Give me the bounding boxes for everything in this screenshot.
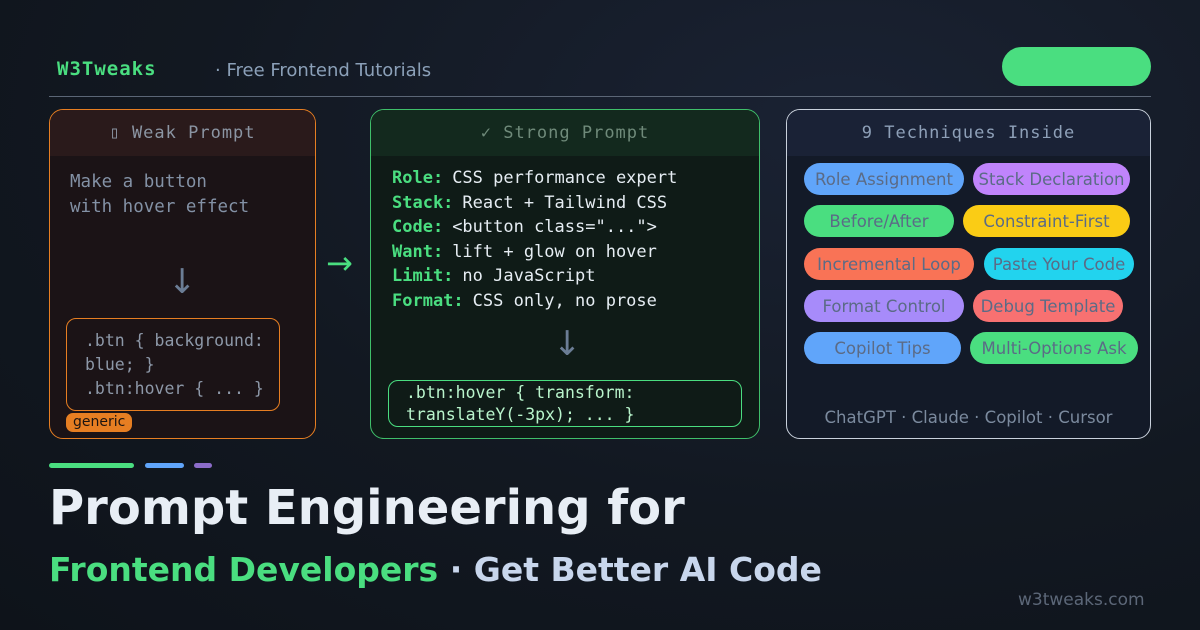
- weak-prompt-text: Make a button with hover effect: [70, 172, 250, 217]
- prompt-field-format: Format: CSS only, no prose: [392, 289, 677, 314]
- header-divider: [49, 96, 1151, 97]
- field-value: <button class="...">: [452, 217, 657, 238]
- prompt-field-code: Code: <button class="...">: [392, 215, 677, 240]
- prompt-field-limit: Limit: no JavaScript: [392, 264, 677, 289]
- technique-tag[interactable]: Debug Template: [973, 290, 1123, 322]
- field-key: Code:: [392, 217, 444, 238]
- prompt-field-stack: Stack: React + Tailwind CSS: [392, 191, 677, 216]
- field-value: no JavaScript: [462, 266, 596, 287]
- subtitle-highlight: Frontend Developers: [49, 550, 439, 589]
- weak-prompt-title: ▯ Weak Prompt: [50, 110, 315, 156]
- technique-tag[interactable]: Paste Your Code: [984, 248, 1134, 280]
- site-domain-link[interactable]: w3tweaks.com: [1018, 590, 1145, 610]
- field-key: Want:: [392, 241, 444, 262]
- field-key: Stack:: [392, 192, 454, 213]
- prompt-field-role: Role: CSS performance expert: [392, 166, 677, 191]
- accent-bar-purple: [194, 463, 212, 468]
- strong-code-output: .btn:hover { transform: translateY(-3px)…: [388, 380, 742, 427]
- arrow-down-icon: ↓: [553, 324, 582, 364]
- strong-prompt-fields: Role: CSS performance expert Stack: React …: [392, 166, 677, 314]
- field-value: lift + glow on hover: [452, 241, 657, 262]
- page-subtitle: Frontend Developers · Get Better AI Code: [49, 550, 822, 589]
- arrow-right-icon: →: [326, 244, 353, 282]
- technique-tag[interactable]: Role Assignment: [804, 163, 964, 195]
- technique-tag[interactable]: Before/After: [804, 205, 954, 237]
- brand-logo[interactable]: W3Tweaks: [57, 58, 157, 80]
- strong-prompt-title: ✓ Strong Prompt: [371, 110, 759, 156]
- accent-bar-green: [49, 463, 134, 468]
- technique-tag[interactable]: Constraint-First: [963, 205, 1130, 237]
- site-tagline: · Free Frontend Tutorials: [215, 60, 432, 81]
- accent-bar-blue: [145, 463, 184, 468]
- technique-tag[interactable]: Format Control: [804, 290, 964, 322]
- technique-tag[interactable]: Multi-Options Ask: [970, 332, 1138, 364]
- header-pill-button[interactable]: [1002, 47, 1151, 86]
- field-value: CSS only, no prose: [472, 290, 657, 311]
- technique-tag[interactable]: Incremental Loop: [804, 248, 974, 280]
- field-key: Limit:: [392, 266, 454, 287]
- subtitle-rest: · Get Better AI Code: [449, 550, 822, 589]
- field-key: Format:: [392, 290, 464, 311]
- technique-tag[interactable]: Copilot Tips: [804, 332, 961, 364]
- ai-tools-list: ChatGPT · Claude · Copilot · Cursor: [824, 408, 1113, 427]
- field-value: React + Tailwind CSS: [462, 192, 668, 213]
- field-value: CSS performance expert: [452, 168, 678, 188]
- generic-badge: generic: [66, 413, 133, 432]
- arrow-down-icon: ↓: [168, 262, 197, 302]
- techniques-title: 9 Techniques Inside: [787, 110, 1150, 156]
- weak-code-output: .btn { background: blue; } .btn:hover { …: [66, 318, 280, 411]
- prompt-field-want: Want: lift + glow on hover: [392, 240, 677, 265]
- field-key: Role:: [392, 168, 444, 188]
- technique-tag[interactable]: Stack Declaration: [973, 163, 1130, 195]
- page-title: Prompt Engineering for: [49, 480, 685, 536]
